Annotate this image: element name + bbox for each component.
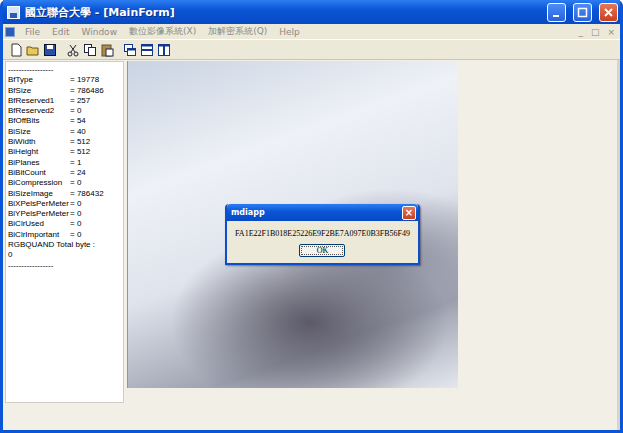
title-bar[interactable]: 國立聯合大學 - [MainForm] (3, 0, 620, 24)
min-button[interactable] (547, 3, 566, 22)
info-field: BiWidth= 512 (8, 137, 121, 147)
info-field: BiYPelsPerMeter= 0 (8, 209, 121, 219)
info-field: BiHeight= 512 (8, 147, 121, 157)
menu-item[interactable]: Edit (47, 27, 74, 37)
info-field: BfReserved2= 0 (8, 106, 121, 116)
cut-button[interactable] (65, 42, 81, 58)
info-field: BiXPelsPerMeter= 0 (8, 199, 121, 209)
window-title: 國立聯合大學 - [MainForm] (25, 5, 540, 20)
cascade-button[interactable] (122, 42, 138, 58)
toolbar-group (8, 42, 58, 58)
close-button[interactable] (599, 3, 618, 22)
info-field: BiCompression= 0 (8, 178, 121, 188)
mdi-client: -----------------BfType= 19778BfSize= 78… (3, 60, 620, 430)
save-button[interactable] (42, 42, 58, 58)
toolbar (3, 39, 620, 60)
open-icon (26, 43, 40, 57)
mdi-control[interactable]: × (604, 27, 618, 37)
info-field: BiBitCount= 24 (8, 168, 121, 178)
min-icon (551, 7, 562, 18)
max-icon (577, 7, 588, 18)
ok-button[interactable]: OK (299, 244, 345, 257)
tile-horizontal-icon (140, 43, 154, 57)
info-field: BiSizeImage= 786432 (8, 189, 121, 199)
new-button[interactable] (8, 42, 24, 58)
toolbar-group (65, 42, 115, 58)
paste-icon (100, 43, 114, 57)
dialog-title-bar[interactable]: mdiapp × (227, 204, 418, 221)
info-field: BfSize= 786486 (8, 86, 121, 96)
paste-button[interactable] (99, 42, 115, 58)
info-field: BiClrImportant= 0 (8, 230, 121, 240)
info-field: BiClrUsed= 0 (8, 219, 121, 229)
copy-button[interactable] (82, 42, 98, 58)
cut-icon (66, 43, 80, 57)
menu-item[interactable]: Window (77, 27, 123, 37)
save-icon (43, 43, 57, 57)
bitmap-info-panel: -----------------BfType= 19778BfSize= 78… (5, 61, 124, 403)
open-button[interactable] (25, 42, 41, 58)
menu-item[interactable]: File (20, 27, 45, 37)
mdi-control[interactable]: _ (575, 27, 586, 37)
copy-icon (83, 43, 97, 57)
tile-vertical-icon (157, 43, 171, 57)
info-text: ----------------- (8, 261, 121, 271)
menu-item[interactable]: 數位影像系統(X) (124, 25, 201, 38)
info-field: BfOffBits= 54 (8, 116, 121, 126)
dialog-body: FA1E22F1B018E25226E9F2BE7A097E0B3FB56F49… (227, 221, 418, 263)
info-field: BiSize= 40 (8, 127, 121, 137)
info-field: BfReserved1= 257 (8, 96, 121, 106)
close-icon (603, 7, 614, 18)
tile-horizontal-button[interactable] (139, 42, 155, 58)
info-text: RGBQUAND Total byte : (8, 240, 121, 250)
window-body: FileEditWindow數位影像系統(X)加解密系統(Q)Help_□×--… (3, 24, 620, 430)
dialog-close-button[interactable]: × (402, 206, 416, 220)
app-window: 國立聯合大學 - [MainForm] FileEditWindow數位影像系統(… (0, 0, 623, 433)
dialog-message: FA1E22F1B018E25226E9F2BE7A097E0B3FB56F49 (235, 229, 410, 238)
menu-item[interactable]: 加解密系統(Q) (203, 25, 272, 38)
mdi-control[interactable]: □ (588, 27, 603, 37)
menu-item[interactable]: Help (274, 27, 305, 37)
max-button[interactable] (573, 3, 592, 22)
new-icon (9, 43, 23, 57)
info-text: 0 (8, 250, 121, 260)
cascade-icon (123, 43, 137, 57)
app-icon (7, 6, 20, 19)
dialog-title: mdiapp (231, 208, 398, 217)
info-field: BfType= 19778 (8, 75, 121, 85)
message-dialog: mdiapp×FA1E22F1B018E25226E9F2BE7A097E0B3… (225, 204, 420, 265)
info-text: ----------------- (8, 65, 121, 75)
tile-vertical-button[interactable] (156, 42, 172, 58)
child-window-icon[interactable] (5, 27, 15, 37)
info-field: BiPlanes= 1 (8, 158, 121, 168)
toolbar-group (122, 42, 172, 58)
menu-bar: FileEditWindow數位影像系統(X)加解密系統(Q)Help _□× (3, 24, 620, 39)
